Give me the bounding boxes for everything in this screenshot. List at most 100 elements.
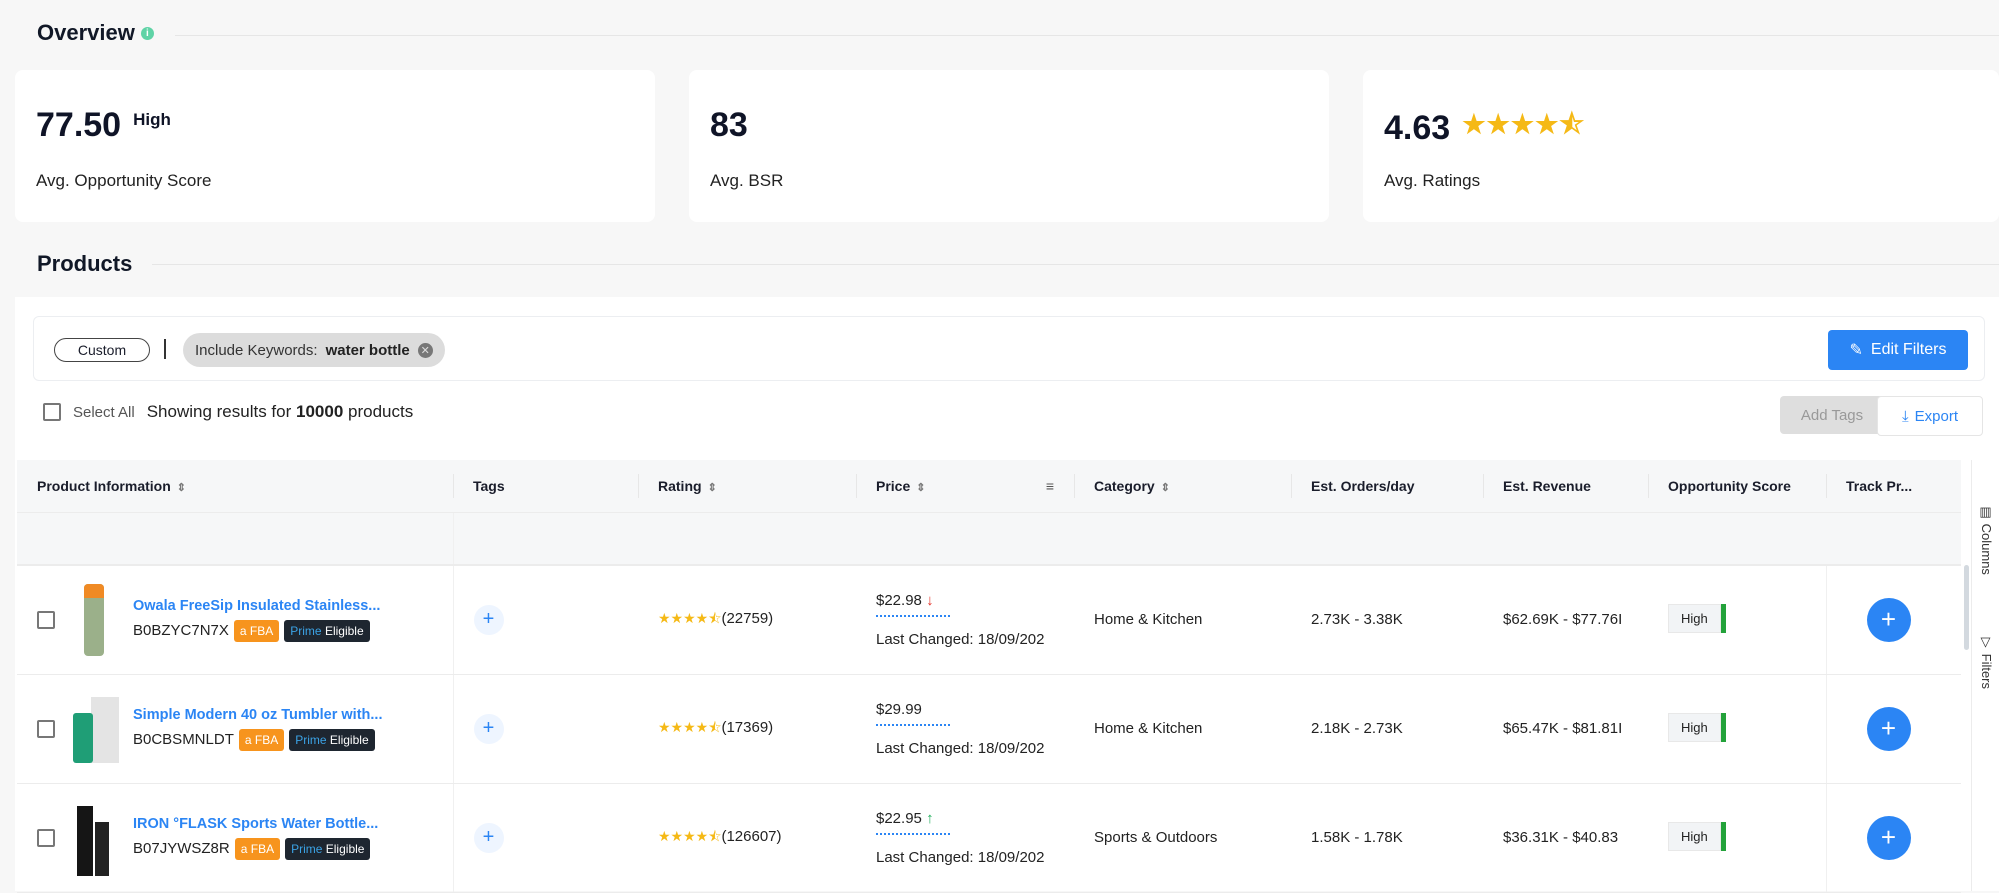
add-tags-button[interactable]: Add Tags bbox=[1780, 396, 1884, 434]
opportunity-badge: High bbox=[1668, 713, 1726, 742]
results-prefix: Showing results for bbox=[146, 402, 292, 421]
last-changed: Last Changed: 18/09/202 bbox=[876, 739, 1045, 757]
results-suffix: products bbox=[348, 402, 414, 421]
star-rating-icon: ★★★★⯪ bbox=[658, 718, 722, 735]
price-cell: $29.99 Last Changed: 18/09/202 bbox=[856, 674, 1074, 784]
row-checkbox[interactable] bbox=[37, 719, 55, 738]
add-tag-button[interactable]: + bbox=[473, 713, 504, 744]
opportunity-badge: High bbox=[1668, 822, 1726, 851]
column-track-product: Track Pr... bbox=[1826, 460, 1961, 513]
export-button[interactable]: ⤓ Export bbox=[1877, 396, 1983, 436]
orders-cell: 1.58K - 1.78K bbox=[1291, 783, 1483, 893]
tags-cell: + bbox=[453, 674, 638, 784]
pencil-icon: ✎ bbox=[1849, 342, 1863, 359]
results-count: 10000 bbox=[296, 402, 344, 421]
category-cell: Home & Kitchen bbox=[1074, 565, 1291, 675]
price-cell: $22.95 ↑ Last Changed: 18/09/202 bbox=[856, 783, 1074, 893]
opportunity-label: High bbox=[1668, 822, 1721, 851]
review-count: (22759) bbox=[721, 609, 774, 627]
opportunity-cell: High bbox=[1648, 565, 1826, 675]
product-cell: IRON °FLASK Sports Water Bottle... B07JYW… bbox=[17, 783, 454, 893]
eligible-label: Eligible bbox=[324, 623, 364, 638]
tab-label: Filters bbox=[1979, 653, 1994, 690]
score-bar bbox=[1720, 713, 1726, 742]
eligible-label: Eligible bbox=[325, 841, 365, 856]
price-history-link[interactable] bbox=[876, 614, 950, 617]
amazon-icon: a bbox=[244, 732, 252, 747]
info-icon[interactable]: i bbox=[140, 26, 154, 40]
results-summary: Showing results for 10000 products bbox=[147, 402, 414, 422]
products-title: Products bbox=[37, 251, 133, 276]
asin: B0CBSMNLDT bbox=[133, 731, 234, 748]
prime-label: Prime bbox=[291, 841, 323, 856]
card-value: 4.63 bbox=[1384, 108, 1451, 147]
product-title-link[interactable]: IRON °FLASK Sports Water Bottle... bbox=[133, 816, 378, 832]
fba-label: FBA bbox=[250, 841, 275, 856]
products-panel: Custom Include Keywords: water bottle ✕ ✎ E… bbox=[15, 297, 1999, 893]
price-value: $22.98 bbox=[876, 591, 922, 609]
sort-icon[interactable]: ⇕ bbox=[1161, 482, 1170, 494]
price-history-link[interactable] bbox=[876, 832, 950, 835]
orders-cell: 2.18K - 2.73K bbox=[1291, 674, 1483, 784]
chip-value: water bottle bbox=[325, 341, 410, 359]
column-category[interactable]: Category ⇕ bbox=[1074, 460, 1291, 513]
filter-bar: Custom Include Keywords: water bottle ✕ ✎ E… bbox=[33, 316, 1985, 381]
trend-down-icon: ↓ bbox=[926, 591, 934, 609]
column-rating[interactable]: Rating ⇕ bbox=[638, 460, 856, 513]
column-price[interactable]: Price ⇕ ≡ bbox=[856, 460, 1074, 513]
filters-tab[interactable]: ▽ Filters bbox=[1979, 635, 1994, 689]
custom-preset-button[interactable]: Custom bbox=[54, 338, 150, 362]
columns-tab[interactable]: ▥ Columns bbox=[1979, 505, 1994, 575]
menu-icon[interactable]: ≡ bbox=[1046, 478, 1054, 494]
revenue-cell: $36.31K - $40.83 bbox=[1483, 783, 1648, 893]
product-image bbox=[69, 800, 119, 876]
add-tag-button[interactable]: + bbox=[473, 822, 504, 853]
review-count: (126607) bbox=[721, 827, 782, 845]
price-history-link[interactable] bbox=[876, 723, 950, 726]
star-rating-icon: ★★★★⯪ bbox=[658, 609, 722, 626]
rating-cell: ★★★★⯪(17369) bbox=[638, 674, 856, 784]
category-cell: Sports & Outdoors bbox=[1074, 783, 1291, 893]
table-row: IRON °FLASK Sports Water Bottle... B07JYW… bbox=[17, 783, 1961, 893]
scrollbar[interactable] bbox=[1964, 565, 1969, 650]
fba-label: FBA bbox=[254, 732, 279, 747]
category-cell: Home & Kitchen bbox=[1074, 674, 1291, 784]
column-label: Tags bbox=[473, 477, 505, 494]
keyword-filter-chip[interactable]: Include Keywords: water bottle ✕ bbox=[183, 333, 445, 367]
score-bar bbox=[1720, 604, 1726, 634]
card-badge: High bbox=[133, 110, 171, 129]
sort-icon[interactable]: ⇕ bbox=[708, 482, 717, 494]
divider bbox=[175, 35, 1999, 36]
product-image bbox=[69, 582, 119, 658]
button-label: Edit Filters bbox=[1870, 341, 1947, 358]
card-value: 77.50 bbox=[36, 106, 122, 144]
edit-filters-button[interactable]: ✎ Edit Filters bbox=[1828, 330, 1968, 370]
track-product-button[interactable]: + bbox=[1866, 815, 1911, 860]
filter-row bbox=[17, 512, 1961, 566]
download-icon: ⤓ bbox=[1902, 407, 1909, 425]
table-row: Simple Modern 40 oz Tumbler with... B0CBS… bbox=[17, 674, 1961, 784]
rating-cell: ★★★★⯪(22759) bbox=[638, 565, 856, 675]
card-opportunity-score: 77.50 High Avg. Opportunity Score bbox=[15, 70, 655, 222]
chip-label: Include Keywords: bbox=[195, 341, 318, 359]
close-icon[interactable]: ✕ bbox=[417, 342, 433, 358]
card-bsr: 83 Avg. BSR bbox=[689, 70, 1329, 222]
sort-icon[interactable]: ⇕ bbox=[177, 482, 186, 494]
button-label: Export bbox=[1914, 407, 1958, 425]
asin: B0BZYC7N7X bbox=[133, 622, 229, 640]
product-title-link[interactable]: Simple Modern 40 oz Tumbler with... bbox=[133, 707, 382, 723]
track-product-button[interactable]: + bbox=[1866, 597, 1911, 642]
add-tag-button[interactable]: + bbox=[473, 604, 504, 635]
select-all-checkbox[interactable] bbox=[43, 403, 61, 421]
column-product-information[interactable]: Product Information ⇕ bbox=[17, 460, 453, 513]
product-title-link[interactable]: Owala FreeSip Insulated Stainless... bbox=[133, 598, 380, 614]
opportunity-label: High bbox=[1668, 604, 1721, 634]
tab-label: Columns bbox=[1979, 523, 1994, 575]
track-product-button[interactable]: + bbox=[1866, 706, 1911, 751]
sort-icon[interactable]: ⇕ bbox=[916, 482, 925, 494]
row-checkbox[interactable] bbox=[37, 828, 55, 847]
rating-cell: ★★★★⯪(126607) bbox=[638, 783, 856, 893]
row-checkbox[interactable] bbox=[37, 610, 55, 629]
product-cell: Owala FreeSip Insulated Stainless... B0BZ… bbox=[17, 565, 454, 675]
column-label: Product Information bbox=[37, 477, 171, 494]
